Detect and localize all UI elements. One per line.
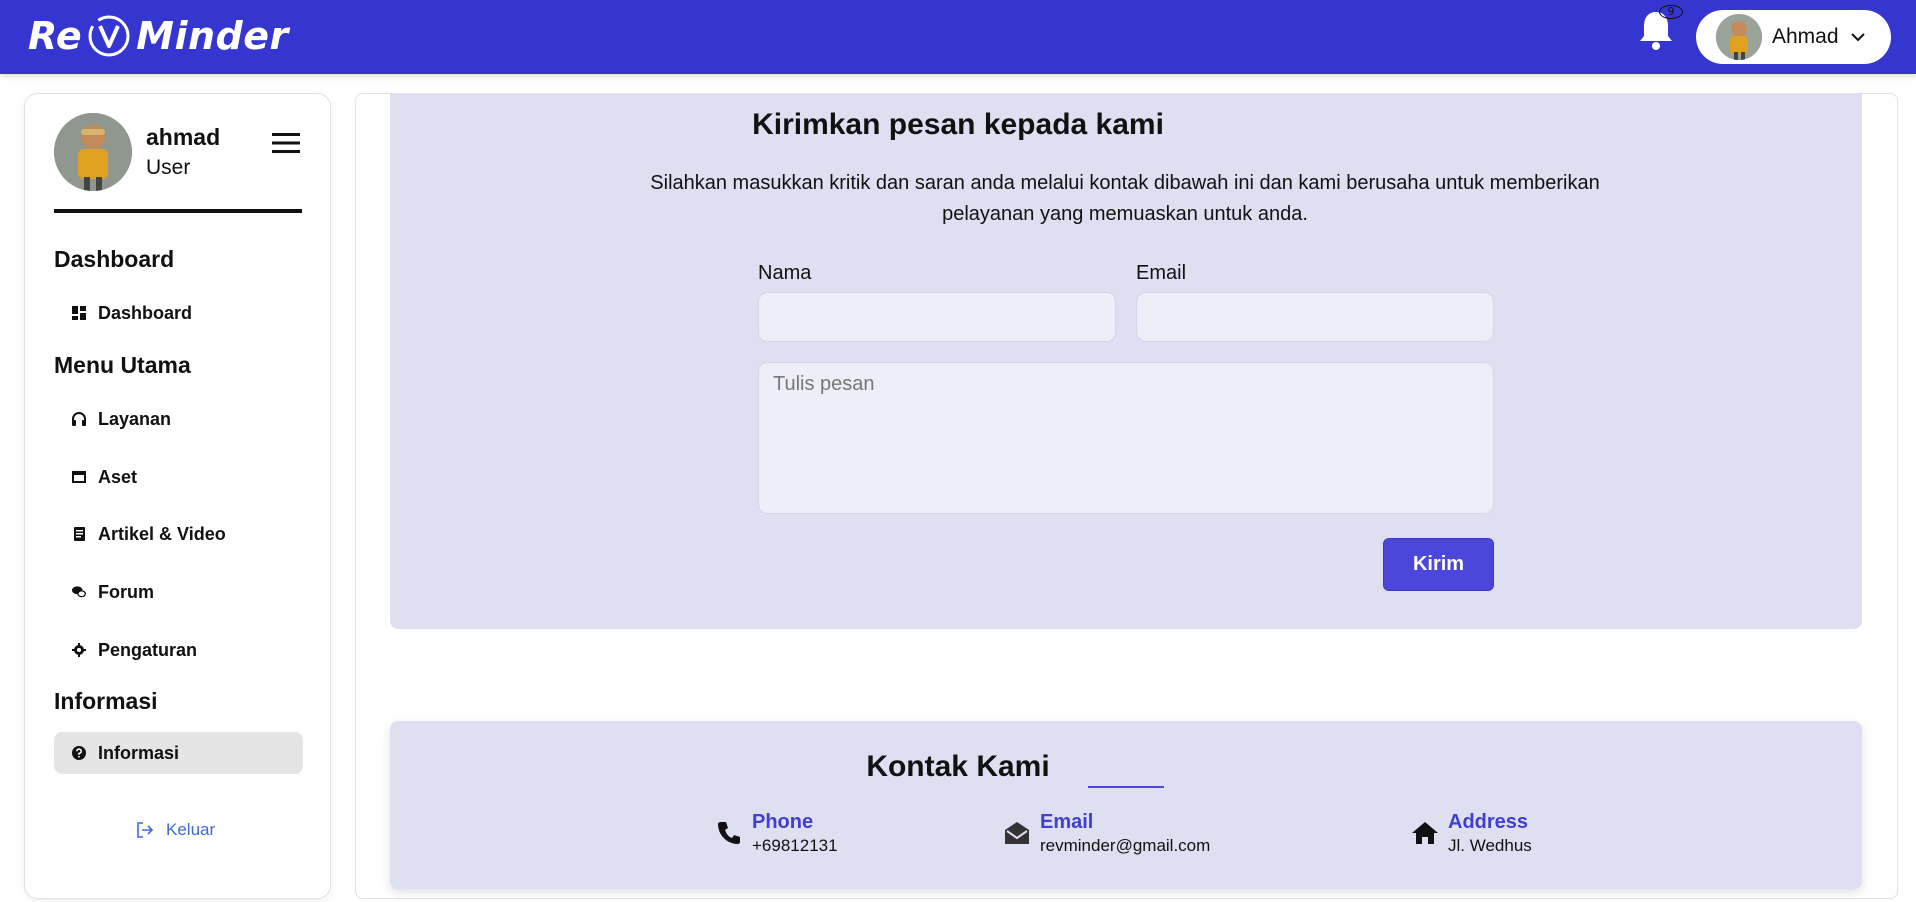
phone-icon: [712, 810, 746, 858]
sidebar-item-label: Artikel & Video: [98, 523, 226, 544]
form-title: Kirimkan pesan kepada kami: [752, 108, 1164, 141]
sidebar-item-label: Forum: [98, 581, 154, 602]
email-label: Email: [1136, 262, 1187, 284]
message-textarea[interactable]: [758, 362, 1494, 514]
revminder-logo[interactable]: Re Minder: [28, 8, 289, 64]
avatar: [1716, 14, 1762, 60]
notification-count-badge: 9: [1659, 5, 1683, 19]
sidebar-item-aset[interactable]: Aset: [54, 456, 303, 498]
top-navbar: Re Minder 9 Ahmad: [0, 0, 1916, 74]
contact-label: Address: [1448, 811, 1529, 833]
sidebar-item-layanan[interactable]: Layanan: [54, 398, 303, 440]
dashboard-icon: [72, 306, 86, 320]
section-heading-menu-utama: Menu Utama: [54, 352, 191, 378]
contact-title: Kontak Kami: [866, 750, 1050, 783]
logo-text-right: Minder: [136, 14, 289, 58]
name-input[interactable]: [758, 292, 1116, 342]
sidebar-item-label: Dashboard: [98, 302, 193, 323]
contact-value: revminder@gmail.com: [1040, 836, 1211, 855]
logout-label: Keluar: [166, 820, 216, 839]
logout-icon: [137, 822, 154, 838]
sidebar-item-label: Pengaturan: [98, 639, 198, 660]
profile-divider: [54, 209, 302, 213]
logout-button[interactable]: Keluar: [136, 820, 215, 840]
document-icon: [72, 527, 86, 541]
section-heading-dashboard: Dashboard: [54, 246, 175, 272]
headphones-icon: [72, 412, 86, 426]
contact-item-email: Email revminder@gmail.com: [1000, 810, 1210, 858]
contact-label: Email: [1040, 811, 1094, 833]
contact-item-address: Address Jl. Wedhus: [1408, 810, 1532, 858]
envelope-open-icon: [1000, 810, 1034, 858]
chat-icon: [72, 585, 86, 599]
section-heading-informasi: Informasi: [54, 688, 158, 714]
contact-value: +69812131: [752, 836, 838, 855]
contact-info-card: [390, 721, 1862, 889]
sidebar-item-forum[interactable]: Forum: [54, 571, 303, 613]
user-name: Ahmad: [1772, 25, 1839, 48]
user-menu-button[interactable]: Ahmad: [1696, 10, 1891, 64]
email-input[interactable]: [1136, 292, 1494, 342]
home-icon: [1408, 810, 1442, 858]
submit-button[interactable]: Kirim: [1383, 538, 1494, 591]
sidebar-item-label: Aset: [98, 466, 138, 487]
sidebar-item-label: Layanan: [98, 408, 172, 429]
sidebar-item-pengaturan[interactable]: Pengaturan: [54, 629, 303, 671]
gear-icon: [72, 643, 86, 657]
window-icon: [72, 470, 86, 484]
sidebar-item-dashboard[interactable]: Dashboard: [54, 292, 303, 334]
logo-v-mark-icon: [88, 15, 130, 57]
sidebar-item-artikel-video[interactable]: Artikel & Video: [54, 513, 303, 555]
contact-item-phone: Phone +69812131: [712, 810, 838, 858]
profile-role: User: [146, 156, 191, 179]
contact-title-underline: [1088, 786, 1164, 788]
contact-label: Phone: [752, 811, 814, 833]
logo-text-left: Re: [28, 14, 83, 58]
form-description: Silahkan masukkan kritik dan saran anda …: [650, 172, 1600, 225]
name-label: Nama: [758, 262, 812, 284]
chevron-down-icon: [1850, 33, 1865, 42]
contact-value: Jl. Wedhus: [1448, 836, 1532, 855]
